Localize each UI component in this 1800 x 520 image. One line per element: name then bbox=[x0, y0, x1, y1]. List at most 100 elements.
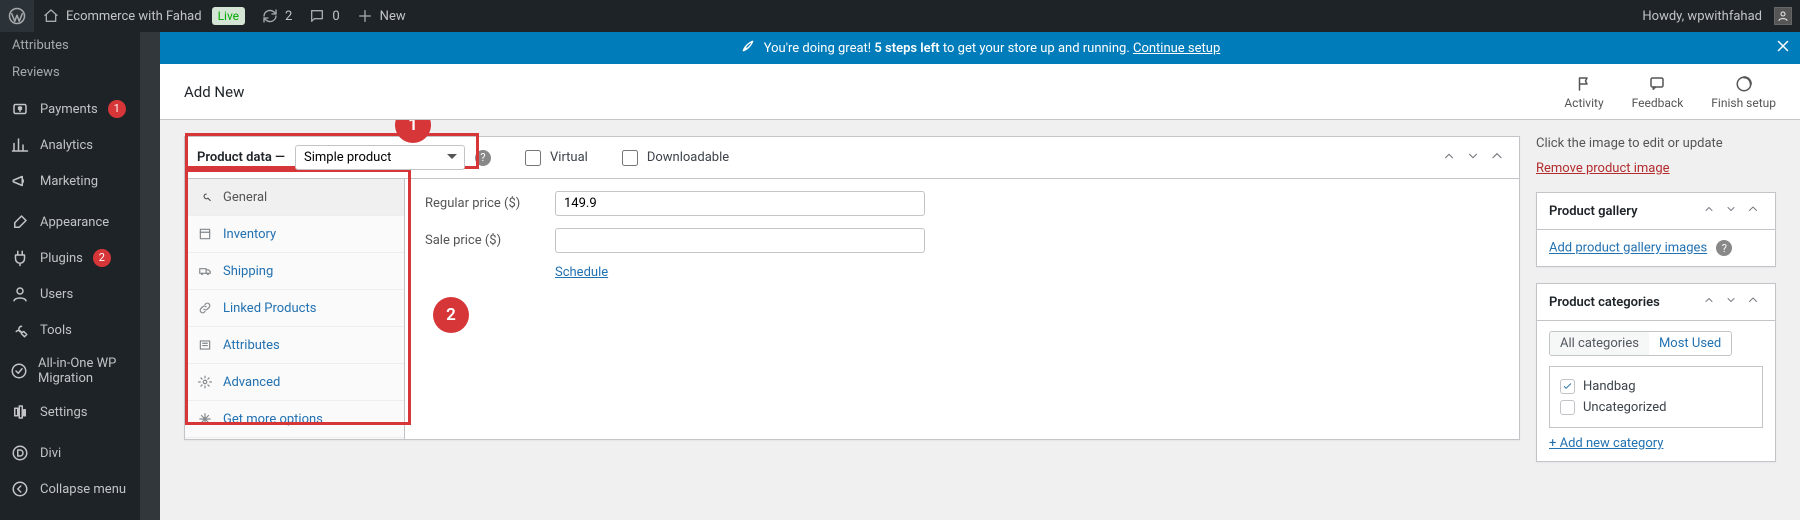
menu-payments[interactable]: Payments 1 bbox=[0, 91, 140, 127]
updates-count: 2 bbox=[285, 9, 292, 24]
toggle-icon[interactable] bbox=[1743, 294, 1763, 310]
tab-linked-products[interactable]: Linked Products bbox=[185, 290, 404, 327]
collapse-icon bbox=[10, 479, 30, 499]
activity-button[interactable]: Activity bbox=[1564, 74, 1603, 110]
menu-badge: 1 bbox=[108, 100, 126, 118]
list-icon bbox=[197, 337, 213, 353]
menu-marketing[interactable]: Marketing bbox=[0, 163, 140, 199]
comments-link[interactable]: 0 bbox=[300, 0, 347, 32]
submenu-reviews[interactable]: Reviews bbox=[0, 59, 140, 86]
metabox-controls bbox=[1439, 149, 1507, 167]
howdy-text: Howdy, wpwithfahad bbox=[1642, 9, 1762, 24]
activity-label: Activity bbox=[1564, 96, 1603, 110]
menu-settings[interactable]: Settings bbox=[0, 394, 140, 430]
avatar-icon bbox=[1774, 7, 1792, 25]
virtual-checkbox-wrap[interactable]: Virtual bbox=[521, 147, 588, 169]
finish-label: Finish setup bbox=[1711, 96, 1776, 110]
move-up-icon[interactable] bbox=[1699, 203, 1719, 219]
menu-label: Plugins bbox=[40, 251, 83, 266]
menu-plugins[interactable]: Plugins 2 bbox=[0, 240, 140, 276]
gallery-title: Product gallery bbox=[1549, 204, 1638, 219]
sale-price-label: Sale price ($) bbox=[425, 233, 555, 248]
menu-label: Appearance bbox=[40, 215, 109, 230]
downloadable-checkbox-wrap[interactable]: Downloadable bbox=[618, 147, 729, 169]
downloadable-label: Downloadable bbox=[647, 150, 729, 165]
tab-label: Get more options bbox=[223, 412, 323, 427]
help-icon[interactable]: ? bbox=[475, 150, 491, 166]
menu-tools[interactable]: Tools bbox=[0, 312, 140, 348]
category-label: Uncategorized bbox=[1583, 400, 1666, 415]
menu-badge: 2 bbox=[93, 249, 111, 267]
tab-general[interactable]: General bbox=[185, 179, 404, 216]
wp-logo-menu[interactable] bbox=[0, 0, 34, 32]
product-data-header: Product data — Simple product ? Virtual … bbox=[185, 137, 1519, 179]
regular-price-input[interactable] bbox=[555, 191, 925, 216]
remove-image-link[interactable]: Remove product image bbox=[1536, 161, 1670, 176]
tab-most-used[interactable]: Most Used bbox=[1649, 332, 1731, 355]
category-row-uncategorized[interactable]: Uncategorized bbox=[1560, 400, 1752, 415]
updates-link[interactable]: 2 bbox=[253, 0, 300, 32]
users-icon bbox=[10, 284, 30, 304]
menu-divi[interactable]: Divi bbox=[0, 435, 140, 471]
move-up-icon[interactable] bbox=[1439, 149, 1459, 167]
checkbox-empty-icon[interactable] bbox=[1560, 400, 1575, 415]
menu-label: Payments bbox=[40, 102, 98, 117]
menu-migration[interactable]: All-in-One WP Migration bbox=[0, 348, 140, 394]
category-tabs: All categories Most Used bbox=[1549, 331, 1732, 356]
toggle-icon[interactable] bbox=[1487, 149, 1507, 167]
new-label: New bbox=[380, 9, 406, 24]
page-title: Add New bbox=[184, 83, 244, 101]
finish-setup-button[interactable]: Finish setup bbox=[1711, 74, 1776, 110]
menu-analytics[interactable]: Analytics bbox=[0, 127, 140, 163]
live-badge: Live bbox=[212, 7, 245, 25]
flag-icon bbox=[1574, 74, 1594, 94]
comment-icon bbox=[308, 7, 326, 25]
update-icon bbox=[261, 7, 279, 25]
tab-label: Advanced bbox=[223, 375, 280, 390]
virtual-label: Virtual bbox=[550, 150, 588, 165]
toggle-icon[interactable] bbox=[1743, 203, 1763, 219]
move-down-icon[interactable] bbox=[1463, 149, 1483, 167]
virtual-checkbox[interactable] bbox=[525, 150, 541, 166]
tab-get-more-options[interactable]: Get more options bbox=[185, 401, 404, 438]
checkbox-checked-icon[interactable] bbox=[1560, 379, 1575, 394]
plus-icon bbox=[356, 7, 374, 25]
tab-advanced[interactable]: Advanced bbox=[185, 364, 404, 401]
tab-label: Attributes bbox=[223, 338, 280, 353]
submenu-attributes[interactable]: Attributes bbox=[0, 32, 140, 59]
banner-text-post: to get your store up and running. bbox=[940, 41, 1133, 56]
sidebar-scrollbar-track[interactable] bbox=[140, 32, 160, 520]
tab-inventory[interactable]: Inventory bbox=[185, 216, 404, 253]
new-content-menu[interactable]: New bbox=[348, 0, 414, 32]
move-down-icon[interactable] bbox=[1721, 203, 1741, 219]
tab-all-categories[interactable]: All categories bbox=[1550, 332, 1649, 355]
schedule-link[interactable]: Schedule bbox=[555, 265, 608, 280]
sale-price-input[interactable] bbox=[555, 228, 925, 253]
add-gallery-link[interactable]: Add product gallery images bbox=[1549, 241, 1707, 256]
menu-label: Tools bbox=[40, 323, 72, 338]
move-up-icon[interactable] bbox=[1699, 294, 1719, 310]
tab-shipping[interactable]: Shipping bbox=[185, 253, 404, 290]
move-down-icon[interactable] bbox=[1721, 294, 1741, 310]
migrate-icon bbox=[10, 361, 28, 381]
product-type-select[interactable]: Simple product bbox=[295, 145, 465, 170]
site-home-link[interactable]: Ecommerce with Fahad Live bbox=[34, 0, 253, 32]
menu-users[interactable]: Users bbox=[0, 276, 140, 312]
menu-label: Divi bbox=[40, 446, 61, 461]
feedback-button[interactable]: Feedback bbox=[1632, 74, 1684, 110]
account-menu[interactable]: Howdy, wpwithfahad bbox=[1634, 0, 1800, 32]
menu-appearance[interactable]: Appearance bbox=[0, 204, 140, 240]
help-icon[interactable]: ? bbox=[1716, 240, 1732, 256]
tab-label: General bbox=[223, 190, 267, 205]
downloadable-checkbox[interactable] bbox=[622, 150, 638, 166]
continue-setup-link[interactable]: Continue setup bbox=[1133, 41, 1220, 56]
category-row-handbag[interactable]: Handbag bbox=[1560, 379, 1752, 394]
menu-label: All-in-One WP Migration bbox=[38, 356, 130, 386]
menu-collapse[interactable]: Collapse menu bbox=[0, 471, 140, 507]
main-area: You're doing great! 5 steps left to get … bbox=[160, 32, 1800, 520]
add-category-link[interactable]: + Add new category bbox=[1549, 436, 1663, 451]
banner-close-button[interactable] bbox=[1774, 36, 1792, 60]
product-data-metabox: 1 2 Product data — Simple product ? Virt… bbox=[184, 136, 1520, 440]
tab-attributes[interactable]: Attributes bbox=[185, 327, 404, 364]
wp-admin-toolbar: Ecommerce with Fahad Live 2 0 New Howdy,… bbox=[0, 0, 1800, 32]
